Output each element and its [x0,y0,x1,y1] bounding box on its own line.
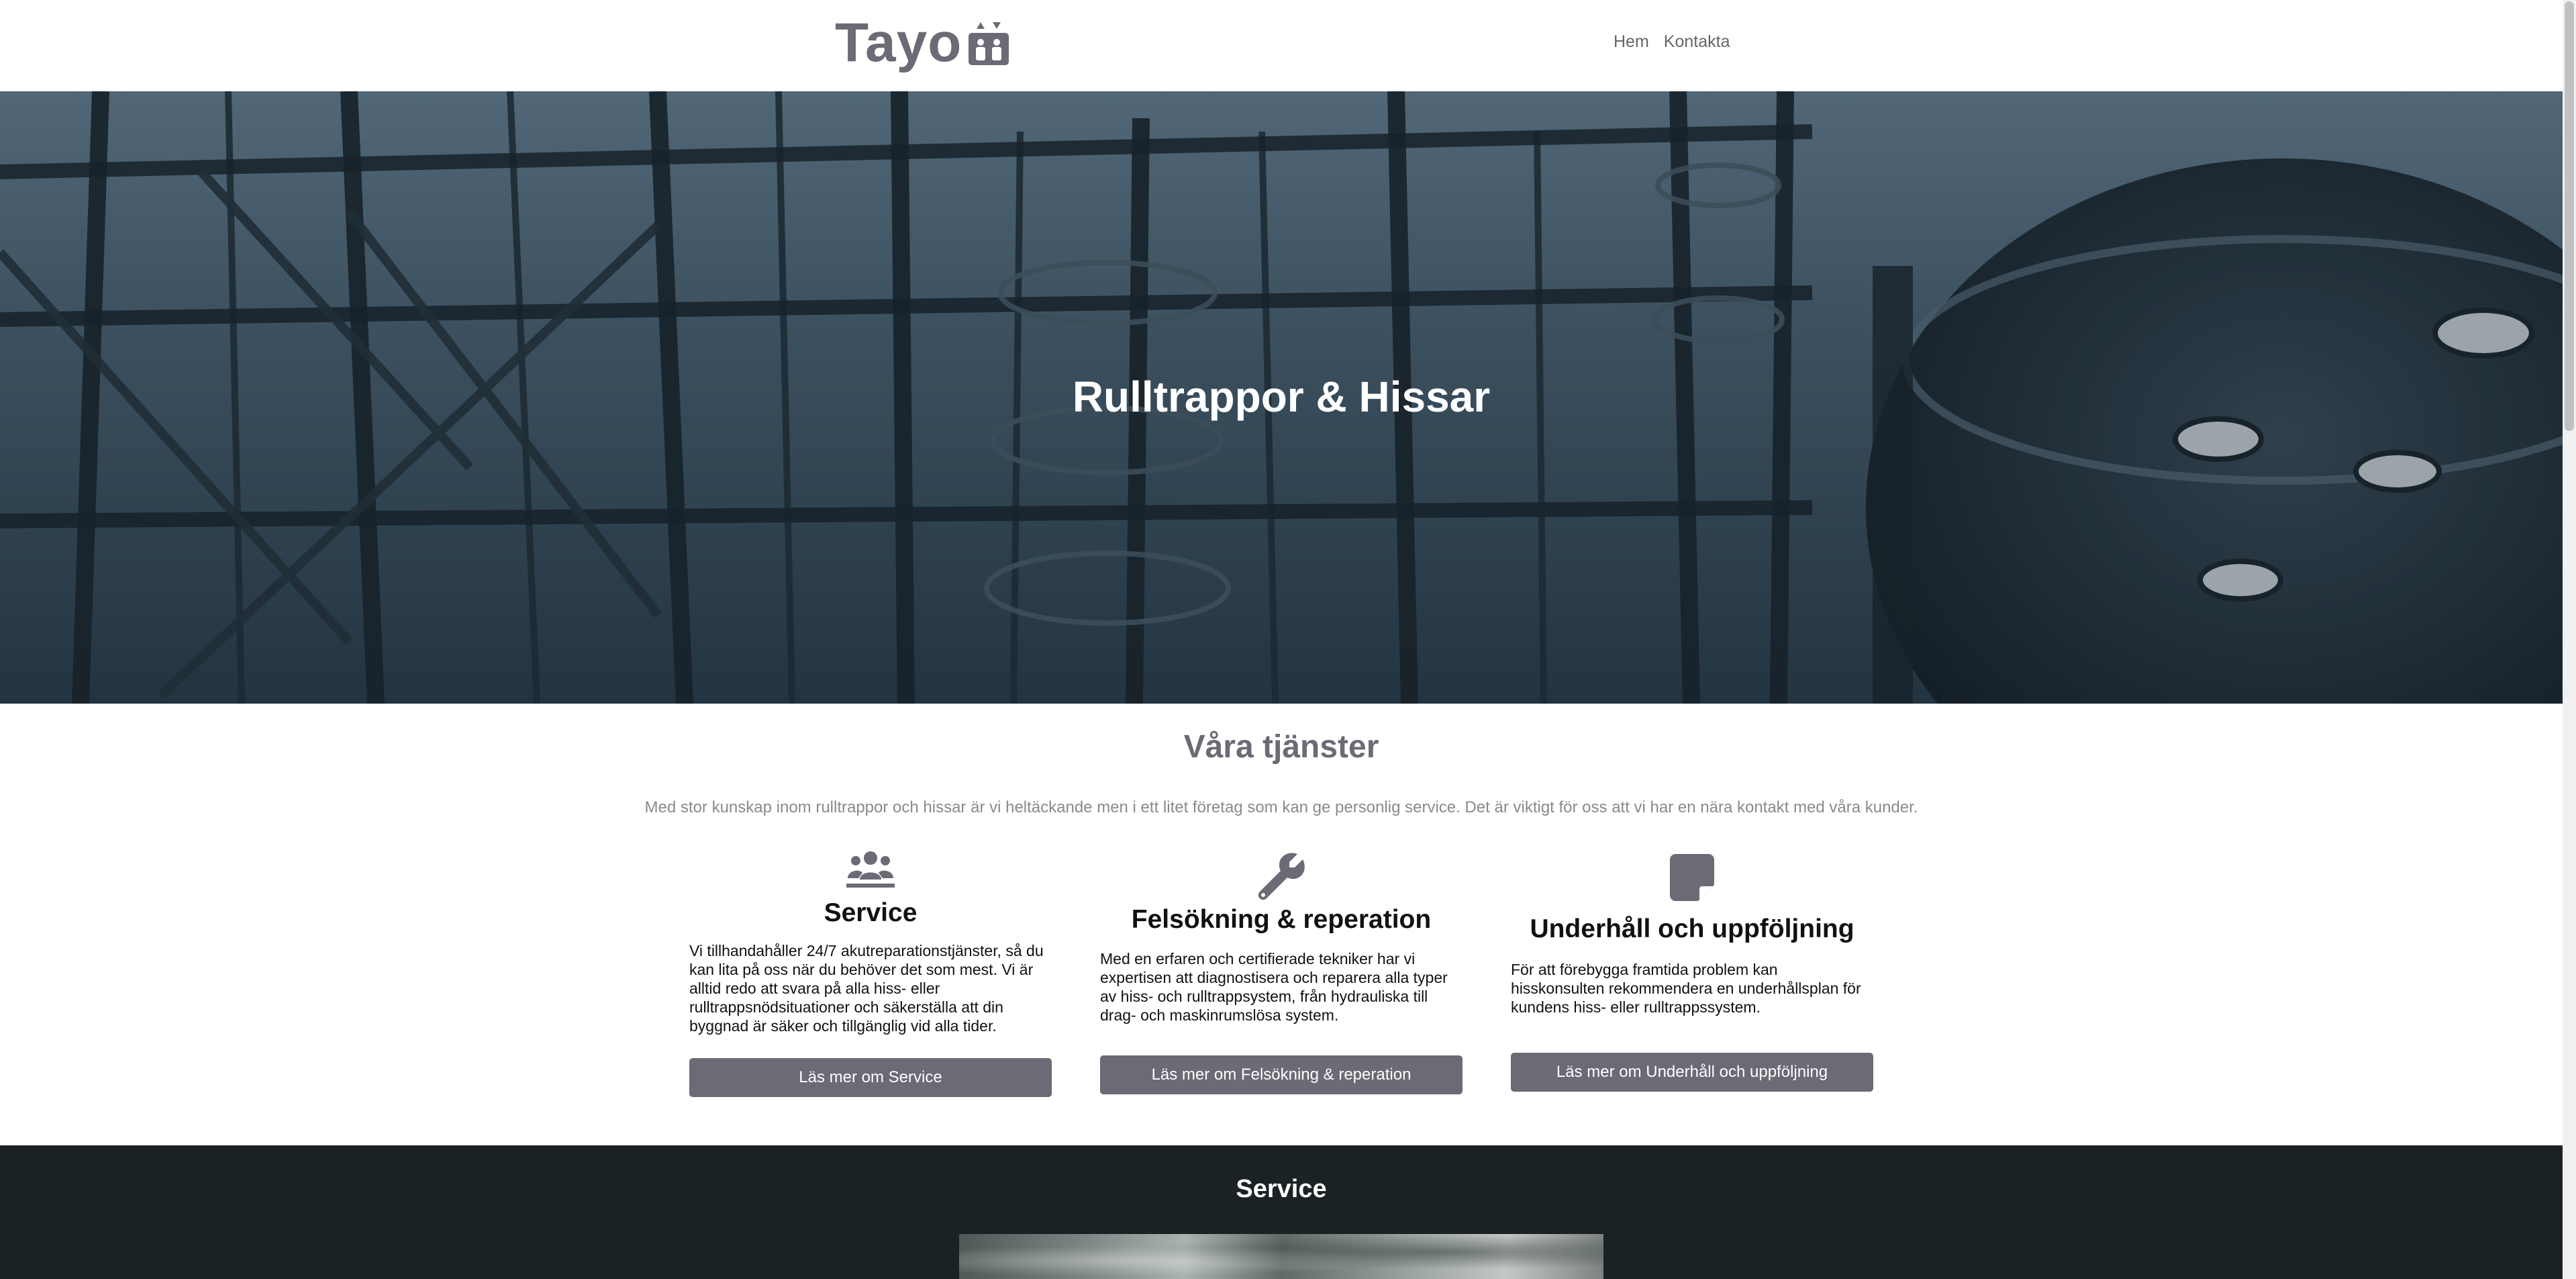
page-scrollbar[interactable] [2563,0,2576,1279]
service-card-maintenance: Underhåll och uppföljning För att föreby… [1511,854,1873,1092]
service-section: Service [0,1145,2563,1279]
service-image [959,1234,1603,1279]
service-card-troubleshooting: Felsökning & reperation Med en erfaren o… [1100,850,1463,1094]
read-more-service-button[interactable]: Läs mer om Service [689,1058,1052,1097]
nav-link-hem[interactable]: Hem [1614,32,1649,52]
card-text: För att förebygga framtida problem kan h… [1511,961,1861,1016]
note-icon [1670,854,1714,901]
card-title: Service [824,898,918,927]
site-header: Tayo Hem Kontakta [0,0,2563,91]
services-title: Våra tjänster [1183,729,1379,765]
card-text: Med en erfaren och certifierade tekniker… [1100,950,1448,1024]
nav-link-kontakta[interactable]: Kontakta [1664,32,1730,52]
logo-text: Tayo [835,12,962,73]
service-card-service: Service Vi tillhandahåller 24/7 akutrepa… [689,850,1052,1097]
hero-title: Rulltrappor & Hissar [1072,373,1491,421]
card-title: Felsökning & reperation [1131,905,1432,934]
logo[interactable]: Tayo [835,9,1010,77]
main-nav: Hem Kontakta [1614,32,1730,52]
services-intro: Med stor kunskap inom rulltrappor och hi… [644,798,1918,816]
read-more-troubleshooting-button[interactable]: Läs mer om Felsökning & reperation [1100,1055,1463,1094]
hero-banner: Rulltrappor & Hissar [0,91,2563,704]
elevator-icon [969,22,1009,65]
wrench-icon [1258,853,1305,900]
card-title: Underhåll och uppföljning [1530,914,1854,943]
card-text: Vi tillhandahåller 24/7 akutreparationst… [689,942,1044,1035]
read-more-maintenance-button[interactable]: Läs mer om Underhåll och uppföljning [1511,1053,1873,1092]
scrollbar-thumb[interactable] [2565,1,2574,431]
users-icon [846,851,895,888]
service-section-title: Service [1236,1175,1327,1203]
